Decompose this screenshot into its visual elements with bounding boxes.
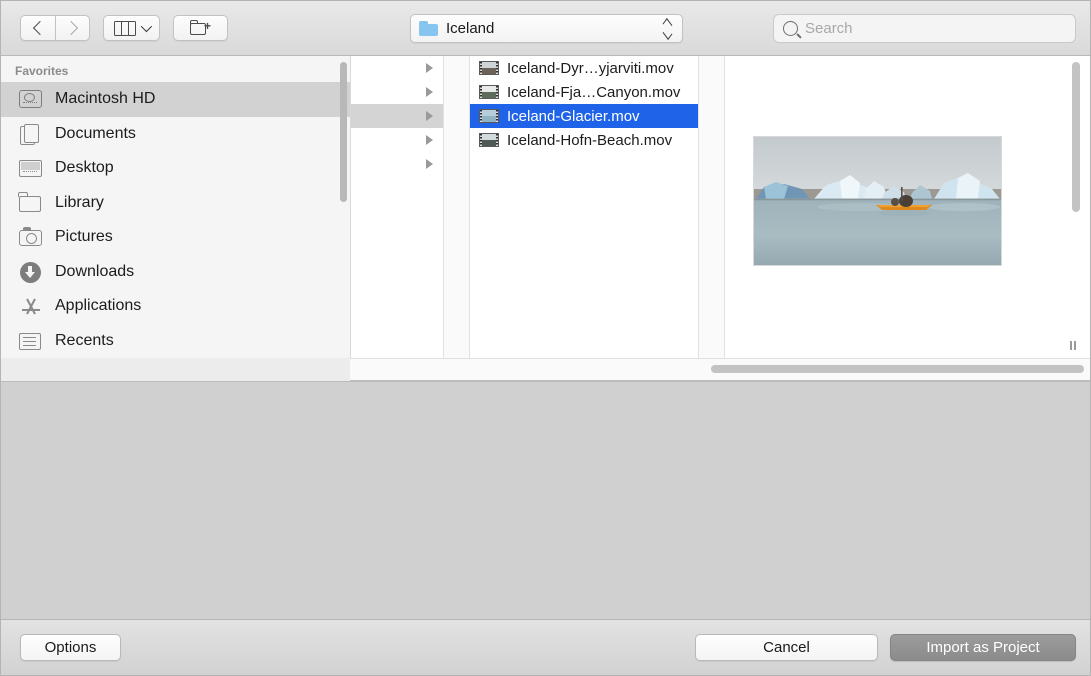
options-button[interactable]: Options — [20, 634, 121, 661]
sidebar: Favorites Macintosh HD Documents Desktop… — [1, 56, 351, 358]
folder-icon — [19, 192, 43, 214]
chevron-left-icon — [32, 21, 46, 35]
disclosure-triangle-icon — [426, 111, 433, 121]
sidebar-item-label: Documents — [55, 125, 136, 143]
file-row[interactable]: Iceland-Hofn-Beach.mov — [470, 128, 698, 152]
disclosure-triangle-icon — [426, 159, 433, 169]
sidebar-item-macintosh-hd[interactable]: Macintosh HD — [1, 82, 350, 117]
disclosure-triangle-icon — [426, 87, 433, 97]
sidebar-item-pictures[interactable]: Pictures — [1, 220, 350, 255]
file-name: Iceland-Dyr…yjarviti.mov — [507, 60, 674, 77]
column-browser: Iceland-Dyr…yjarviti.mov Iceland-Fja…Can… — [351, 56, 1090, 358]
disclosure-triangle-icon — [426, 135, 433, 145]
search-field[interactable]: Search — [773, 14, 1076, 43]
recents-icon — [19, 330, 43, 352]
horizontal-scrollbar[interactable] — [350, 358, 1090, 381]
movie-thumbnail-icon — [479, 133, 499, 147]
parent-row[interactable] — [351, 152, 443, 176]
disclosure-triangle-icon — [426, 63, 433, 73]
parent-column — [351, 56, 444, 358]
file-row-selected[interactable]: Iceland-Glacier.mov — [470, 104, 698, 128]
new-folder-button[interactable]: + — [173, 15, 228, 41]
sidebar-item-recents[interactable]: Recents — [1, 324, 350, 359]
pane-resize-grip[interactable] — [1069, 341, 1078, 350]
sidebar-item-label: Macintosh HD — [55, 90, 155, 108]
search-icon — [783, 21, 798, 36]
forward-button[interactable] — [55, 15, 90, 41]
movie-thumbnail-icon — [479, 85, 499, 99]
sidebar-item-label: Pictures — [55, 228, 113, 246]
file-row[interactable]: Iceland-Dyr…yjarviti.mov — [470, 56, 698, 80]
parent-row[interactable] — [351, 128, 443, 152]
sidebar-item-label: Recents — [55, 332, 114, 350]
import-as-project-button[interactable]: Import as Project — [890, 634, 1076, 661]
horizontal-scrollbar-thumb[interactable] — [711, 365, 1084, 373]
view-mode-button[interactable] — [103, 15, 160, 41]
import-options-panel: Import as 360° Image Sequence Frame Rate… — [1, 381, 1090, 619]
file-browser: Favorites Macintosh HD Documents Desktop… — [1, 56, 1090, 358]
sidebar-section-header: Favorites — [1, 56, 350, 82]
file-name: Iceland-Fja…Canyon.mov — [507, 84, 680, 101]
dialog-footer: Options Cancel Import as Project — [1, 619, 1090, 675]
sidebar-item-desktop[interactable]: Desktop — [1, 151, 350, 186]
back-button[interactable] — [20, 15, 55, 41]
search-input[interactable]: Search — [805, 20, 853, 37]
column-divider-2 — [699, 56, 725, 358]
location-popup-button[interactable]: Iceland — [410, 14, 683, 43]
parent-row[interactable] — [351, 56, 443, 80]
sidebar-item-applications[interactable]: Applications — [1, 289, 350, 324]
sidebar-scrollbar-thumb[interactable] — [340, 62, 347, 202]
toolbar: + Iceland Search — [1, 1, 1090, 56]
column-divider — [444, 56, 470, 358]
sidebar-item-label: Applications — [55, 297, 141, 315]
hard-drive-icon — [19, 88, 43, 110]
download-icon — [19, 261, 43, 283]
location-label: Iceland — [446, 20, 661, 37]
sidebar-item-label: Downloads — [55, 263, 134, 281]
desktop-icon — [19, 157, 43, 179]
sidebar-item-label: Desktop — [55, 159, 114, 177]
preview-scrollbar-thumb[interactable] — [1072, 62, 1080, 212]
sidebar-item-downloads[interactable]: Downloads — [1, 255, 350, 290]
applications-icon — [19, 295, 43, 317]
preview-pane — [725, 56, 1090, 358]
parent-row[interactable] — [351, 80, 443, 104]
folder-icon — [419, 21, 438, 36]
documents-icon — [19, 123, 43, 145]
glacier-lagoon-illustration — [754, 137, 1001, 265]
file-name: Iceland-Hofn-Beach.mov — [507, 132, 672, 149]
movie-thumbnail-icon — [479, 109, 499, 123]
cancel-button[interactable]: Cancel — [695, 634, 878, 661]
preview-image — [753, 136, 1002, 266]
navigation-button-group — [20, 15, 90, 41]
movie-thumbnail-icon — [479, 61, 499, 75]
sidebar-item-library[interactable]: Library — [1, 186, 350, 221]
file-name: Iceland-Glacier.mov — [507, 108, 640, 125]
chevron-down-icon — [141, 21, 152, 32]
chevron-right-icon — [64, 21, 78, 35]
import-dialog-window: + Iceland Search Favorites Macintosh HD … — [0, 0, 1091, 676]
file-column: Iceland-Dyr…yjarviti.mov Iceland-Fja…Can… — [470, 56, 699, 358]
location-stepper-icon — [661, 19, 674, 39]
column-view-icon — [114, 21, 136, 36]
parent-row-selected[interactable] — [351, 104, 443, 128]
new-folder-icon: + — [190, 20, 211, 36]
camera-icon — [19, 226, 43, 248]
file-row[interactable]: Iceland-Fja…Canyon.mov — [470, 80, 698, 104]
sidebar-item-label: Library — [55, 194, 104, 212]
sidebar-item-documents[interactable]: Documents — [1, 117, 350, 152]
